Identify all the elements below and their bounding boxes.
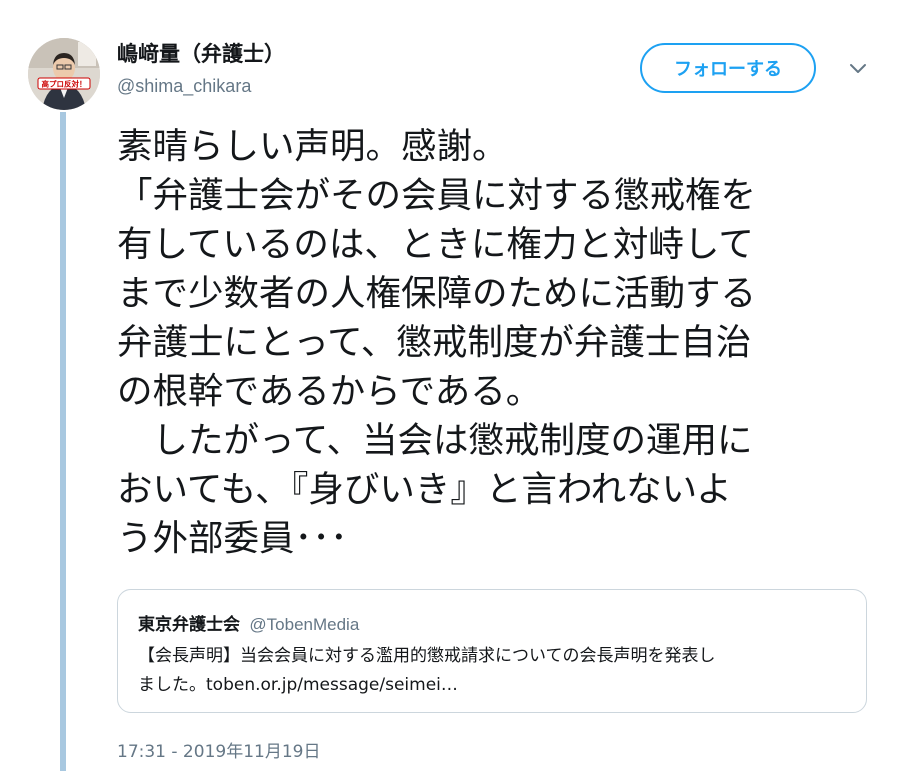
tweet-line: したがって、当会は懲戒制度の運用に (117, 420, 753, 461)
tweet-line: 有しているのは、ときに権力と対峙して (117, 224, 754, 265)
tweet-line: まで少数者の人権保障のために活動する (117, 273, 757, 314)
quoted-tweet-card[interactable]: 東京弁護士会 @TobenMedia 【会長声明】当会会員に対する濫用的懲戒請求… (117, 589, 867, 713)
chevron-down-icon[interactable] (846, 57, 870, 81)
quoted-tweet-line: ました。toben.or.jp/message/seimei… (138, 675, 458, 695)
avatar[interactable]: 高プロ反対！ (28, 38, 100, 110)
tweet-line: おいても、『身びいき』と言われないよ (117, 469, 732, 510)
tweet-line: 素晴らしい声明。感謝。 (117, 126, 508, 167)
author-handle[interactable]: @shima_chikara (117, 76, 251, 97)
author-display-name[interactable]: 嶋﨑量（弁護士） (117, 38, 285, 68)
tweet-line: 弁護士にとって、懲戒制度が弁護士自治 (117, 322, 752, 363)
thread-line (60, 112, 66, 771)
follow-button[interactable]: フォローする (640, 43, 816, 93)
quoted-tweet-line: 【会長声明】当会会員に対する濫用的懲戒請求についての会長声明を発表し (138, 646, 716, 666)
quoted-tweet-author-handle: @TobenMedia (249, 615, 360, 634)
avatar-image: 高プロ反対！ (28, 38, 100, 110)
quoted-tweet-author-name: 東京弁護士会 (138, 615, 240, 635)
tweet-line: の根幹であるからである。 (117, 371, 542, 412)
tweet-timestamp[interactable]: 17:31 - 2019年11月19日 (117, 737, 320, 762)
tweet-line: う外部委員･･･ (117, 518, 348, 559)
tweet-text: 素晴らしい声明。感謝。 「弁護士会がその会員に対する懲戒権を 有しているのは、と… (117, 122, 877, 563)
quoted-tweet-text: 【会長声明】当会会員に対する濫用的懲戒請求についての会長声明を発表し ました。t… (138, 642, 850, 700)
tweet-line: 「弁護士会がその会員に対する懲戒権を (117, 175, 757, 216)
avatar-sign-text: 高プロ反対！ (42, 79, 87, 89)
quoted-tweet-header: 東京弁護士会 @TobenMedia (138, 610, 359, 635)
